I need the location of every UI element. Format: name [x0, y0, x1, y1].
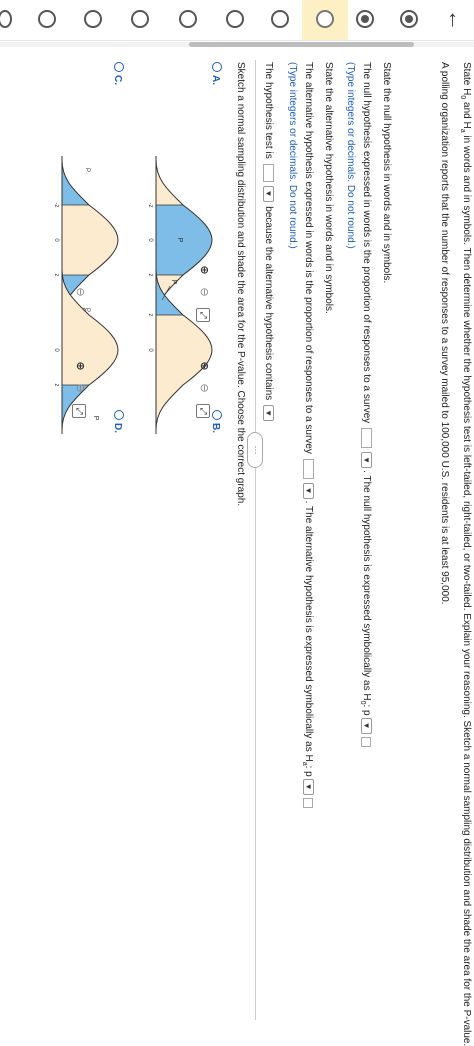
- section-divider: [255, 60, 256, 1020]
- nav-item-4[interactable]: [271, 10, 289, 28]
- zoom-out-icon[interactable]: ⊖: [72, 380, 88, 396]
- alt-words-dropdown[interactable]: [303, 482, 314, 499]
- test-type-blank[interactable]: [263, 163, 274, 182]
- graph-d-p-label: P: [92, 416, 99, 421]
- zoom-out-icon[interactable]: ⊖: [196, 380, 212, 396]
- nav-item-3[interactable]: [316, 10, 334, 28]
- nav-item-7[interactable]: [131, 10, 149, 28]
- graph-c-left-label: -z: [54, 203, 59, 208]
- graph-c-shaded-left: [62, 160, 89, 205]
- graph-b-p-label: P: [170, 280, 177, 285]
- option-c[interactable]: C.: [110, 62, 128, 85]
- scroll-thumb[interactable]: [189, 42, 414, 47]
- nav-item-10[interactable]: [0, 10, 12, 28]
- test-type-line: The hypothesis test is because the alter…: [262, 62, 274, 423]
- sketch-prompt: Sketch a normal sampling distribution an…: [235, 62, 246, 507]
- alt-words-line: The alternative hypothesis expressed in …: [298, 62, 314, 809]
- alt-heading: State the alternative hypothesis in word…: [323, 62, 334, 314]
- question-line-1: State H0 and Ha in words and in symbols.…: [459, 62, 472, 1046]
- graph-d-right-label: z: [54, 384, 59, 387]
- null-heading: State the null hypothesis in words and i…: [381, 62, 392, 284]
- expand-icon[interactable]: ⤢: [196, 404, 210, 418]
- graph-d: 0 z P: [54, 266, 119, 434]
- expand-icon[interactable]: ⤢: [72, 404, 86, 418]
- more-button[interactable]: ···: [247, 432, 263, 468]
- option-c-radio[interactable]: [114, 62, 125, 72]
- nav-item-8[interactable]: [84, 10, 102, 28]
- rotated-stage: ← State H0 and Ha in words and in symbol…: [0, 0, 474, 1046]
- graph-a-curve-left-tail: [156, 160, 183, 205]
- option-a[interactable]: A.: [208, 62, 226, 85]
- nav-item-6[interactable]: [179, 10, 197, 28]
- test-type-dropdown[interactable]: [263, 185, 274, 202]
- question-nav: ←: [0, 0, 474, 41]
- alt-sym-value-box[interactable]: [303, 797, 314, 808]
- graph-a-p-label: P: [176, 238, 183, 243]
- nav-item-1[interactable]: [400, 10, 418, 28]
- graph-a-center-label: 0: [148, 238, 153, 242]
- nav-item-9[interactable]: [38, 10, 56, 28]
- graph-d-center-label: 0: [54, 348, 59, 352]
- null-words-blank[interactable]: [361, 428, 372, 449]
- zoom-in-icon[interactable]: ⊕: [72, 358, 88, 374]
- question-line-2: A polling organization reports that the …: [439, 62, 450, 605]
- alt-sym-dropdown[interactable]: [303, 778, 314, 795]
- hint-alt: (Type integers or decimals. Do not round…: [287, 62, 298, 249]
- nav-item-5[interactable]: [226, 10, 244, 28]
- alt-words-blank[interactable]: [303, 458, 314, 479]
- graph-c-half-p-left: P: [84, 168, 90, 172]
- graph-c-center-label: 0: [54, 238, 59, 242]
- null-words-dropdown[interactable]: [361, 452, 372, 469]
- graph-a-left-label: -z: [148, 203, 153, 208]
- option-a-radio[interactable]: [212, 62, 223, 72]
- contains-dropdown[interactable]: [263, 405, 274, 422]
- null-sym-value-box[interactable]: [361, 736, 372, 747]
- back-arrow-icon[interactable]: ←: [442, 6, 470, 34]
- graph-b-right-label: z: [148, 314, 153, 317]
- null-words-line: The null hypothesis expressed in words i…: [356, 62, 372, 748]
- graph-b-shaded-left: [156, 270, 183, 315]
- zoom-in-icon[interactable]: ⊕: [196, 358, 212, 374]
- nav-item-2[interactable]: [356, 10, 374, 28]
- graph-b-plot: 0 z P: [148, 266, 213, 434]
- null-sym-dropdown[interactable]: [361, 717, 372, 734]
- hint-null: (Type integers or decimals. Do not round…: [345, 62, 356, 249]
- graph-b-center-label: 0: [148, 348, 153, 352]
